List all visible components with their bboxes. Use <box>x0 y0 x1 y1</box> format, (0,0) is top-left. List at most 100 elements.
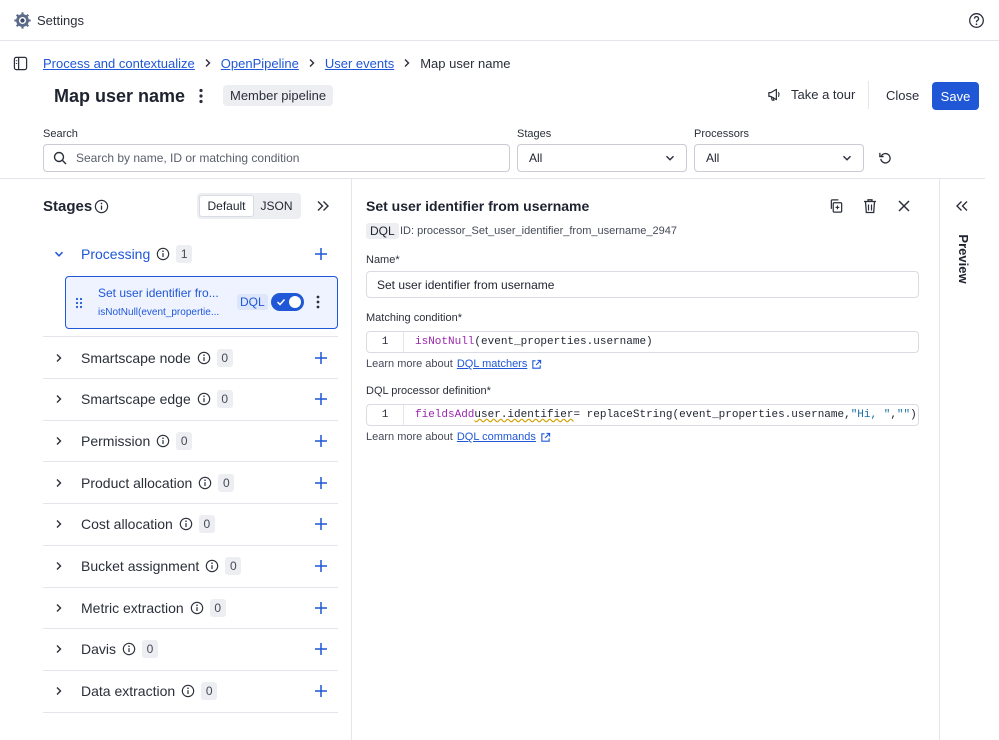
breadcrumb-link-process[interactable]: Process and contextualize <box>43 56 195 71</box>
processor-card[interactable]: Set user identifier fro... isNotNull(eve… <box>65 276 338 329</box>
chevron-right-icon[interactable] <box>43 644 75 654</box>
chevron-down-icon[interactable] <box>43 249 75 259</box>
code-text: = replaceString(event_properties.usernam… <box>573 409 851 421</box>
stages-title: Stages <box>43 198 93 215</box>
stage-processing[interactable]: Processing 1 <box>43 236 338 272</box>
info-icon[interactable] <box>205 559 219 573</box>
take-tour-button[interactable]: Take a tour <box>767 87 855 102</box>
save-button[interactable]: Save <box>932 82 979 110</box>
stage-name: Cost allocation <box>81 516 173 533</box>
add-processor-icon[interactable] <box>314 392 328 406</box>
stages-select[interactable]: All <box>517 144 687 172</box>
duplicate-icon[interactable] <box>829 198 844 214</box>
stage-row[interactable]: Smartscape node 0 <box>43 337 338 379</box>
stage-row[interactable]: Data extraction 0 <box>43 671 338 713</box>
pipeline-badge: Member pipeline <box>223 85 334 106</box>
stage-row[interactable]: Bucket assignment 0 <box>43 546 338 588</box>
view-default-button[interactable]: Default <box>199 195 254 217</box>
dql-commands-link[interactable]: DQL commands <box>457 431 536 443</box>
divider <box>0 178 985 179</box>
stages-filter-label: Stages <box>517 128 552 140</box>
search-placeholder: Search by name, ID or matching condition <box>76 151 300 165</box>
info-icon[interactable] <box>156 434 170 448</box>
breadcrumb-link-openpipeline[interactable]: OpenPipeline <box>221 56 299 71</box>
info-icon[interactable] <box>181 684 195 698</box>
reset-filters-icon[interactable] <box>878 150 893 165</box>
app-title: Settings <box>37 13 84 28</box>
matching-condition-editor[interactable]: 1 isNotNull (event_properties.username) <box>366 331 919 353</box>
toggle-knob <box>289 296 301 308</box>
code-string: "" <box>896 409 911 421</box>
delete-icon[interactable] <box>863 198 877 214</box>
view-json-button[interactable]: JSON <box>254 195 299 217</box>
search-label: Search <box>43 128 78 140</box>
add-processor-icon[interactable] <box>314 476 328 490</box>
stage-row[interactable]: Product allocation 0 <box>43 462 338 505</box>
info-icon[interactable] <box>179 517 193 531</box>
dql-definition-editor[interactable]: 1 fieldsAdd user.identifier = replaceStr… <box>366 404 919 426</box>
line-number: 1 <box>367 405 404 425</box>
add-processor-icon[interactable] <box>314 642 328 656</box>
info-icon[interactable] <box>197 392 211 406</box>
stage-row[interactable]: Metric extraction 0 <box>43 587 338 630</box>
divider <box>939 179 940 740</box>
info-icon[interactable] <box>197 351 211 365</box>
processor-title: Set user identifier fro... <box>98 286 219 300</box>
chevron-right-icon[interactable] <box>43 478 75 488</box>
stage-row[interactable]: Smartscape edge 0 <box>43 379 338 421</box>
more-options-icon[interactable] <box>314 294 322 310</box>
chevron-right-icon[interactable] <box>43 519 75 529</box>
close-button[interactable]: Close <box>886 88 919 103</box>
stage-row[interactable]: Permission 0 <box>43 420 338 463</box>
expand-preview-icon[interactable] <box>955 199 969 213</box>
add-processor-icon[interactable] <box>314 684 328 698</box>
processor-type-badge: DQL <box>237 294 268 310</box>
sidebar-toggle-icon[interactable] <box>13 56 28 71</box>
chevron-right-icon[interactable] <box>43 436 75 446</box>
stage-name: Product allocation <box>81 474 193 491</box>
stage-count: 0 <box>198 515 215 534</box>
stage-count: 0 <box>209 598 226 617</box>
chevron-right-icon[interactable] <box>43 686 75 696</box>
chevron-down-icon <box>842 153 852 163</box>
add-processor-icon[interactable] <box>314 434 328 448</box>
stage-count: 1 <box>176 245 193 263</box>
stage-row[interactable]: Davis 0 <box>43 629 338 671</box>
code-keyword: fieldsAdd <box>415 409 475 421</box>
add-processor-icon[interactable] <box>314 517 328 531</box>
chevron-right-icon[interactable] <box>43 561 75 571</box>
breadcrumb-link-user-events[interactable]: User events <box>325 56 394 71</box>
more-options-icon[interactable] <box>193 87 209 105</box>
chevron-right-icon[interactable] <box>43 394 75 404</box>
drag-handle-icon[interactable] <box>75 297 83 309</box>
close-icon[interactable] <box>897 199 911 213</box>
top-bar: Settings <box>0 0 999 41</box>
add-processor-icon[interactable] <box>314 601 328 615</box>
collapse-panel-icon[interactable] <box>316 199 330 213</box>
external-link-icon[interactable] <box>531 359 542 370</box>
processor-detail-title: Set user identifier from username <box>366 198 590 214</box>
name-input[interactable]: Set user identifier from username <box>366 271 919 298</box>
external-link-icon[interactable] <box>540 432 551 443</box>
add-processor-icon[interactable] <box>314 559 328 573</box>
processor-enabled-toggle[interactable] <box>271 293 304 311</box>
divider <box>868 81 869 109</box>
dql-matchers-link[interactable]: DQL matchers <box>457 358 528 370</box>
processors-select-value: All <box>706 151 720 165</box>
learn-more-matchers: Learn more about DQL matchers <box>366 358 542 370</box>
info-icon[interactable] <box>94 199 109 214</box>
add-processor-icon[interactable] <box>314 351 328 365</box>
help-icon[interactable] <box>968 12 985 29</box>
info-icon[interactable] <box>190 601 204 615</box>
chevron-right-icon[interactable] <box>43 353 75 363</box>
stage-row[interactable]: Cost allocation 0 <box>43 504 338 546</box>
add-processor-icon[interactable] <box>314 247 328 261</box>
chevron-right-icon[interactable] <box>43 603 75 613</box>
preview-label[interactable]: Preview <box>953 231 971 287</box>
processors-select[interactable]: All <box>694 144 864 172</box>
info-icon[interactable] <box>122 642 136 656</box>
stage-count: 0 <box>225 557 242 575</box>
info-icon[interactable] <box>198 476 212 490</box>
info-icon[interactable] <box>156 247 170 261</box>
search-input[interactable]: Search by name, ID or matching condition <box>43 144 510 172</box>
